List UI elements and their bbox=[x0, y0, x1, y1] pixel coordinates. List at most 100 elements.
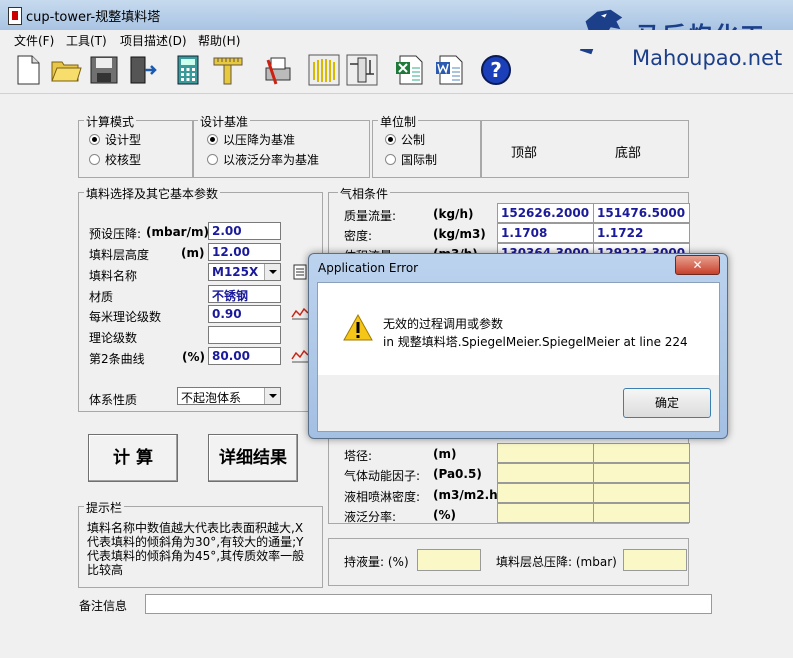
total-dp-label: 填料层总压降: (mbar) bbox=[496, 555, 617, 569]
menu-bar: 文件(F) 工具(T) 项目描述(D) 帮助(H) bbox=[0, 30, 793, 49]
result-row-unit: (m) bbox=[433, 447, 457, 461]
radio-pressure-drop[interactable]: 以压降为基准 bbox=[207, 131, 295, 148]
dialog-message-line1: 无效的过程调用或参数 bbox=[383, 317, 504, 331]
theoretical-stages-field[interactable] bbox=[208, 326, 281, 344]
radio-check[interactable]: 校核型 bbox=[89, 151, 141, 168]
help-icon[interactable]: ? bbox=[480, 54, 512, 86]
calc-mode-group: 计算模式 设计型 校核型 bbox=[78, 113, 194, 178]
remarks-label: 备注信息 bbox=[79, 599, 128, 613]
print-icon[interactable] bbox=[262, 54, 294, 86]
radio-flooding-label: 以液泛分率为基准 bbox=[223, 153, 320, 167]
packing-group: 填料选择及其它基本参数 预设压降: (mbar/m) 2.00 填料层高度 (m… bbox=[78, 185, 323, 412]
result-bottom-cell bbox=[593, 443, 690, 463]
dialog-message-line2: in 规整填料塔.SpiegelMeier.SpiegelMeier at li… bbox=[383, 335, 688, 349]
tower-tool-icon[interactable] bbox=[346, 54, 378, 86]
hint-title: 提示栏 bbox=[84, 499, 125, 516]
save-disk-icon[interactable] bbox=[88, 54, 120, 86]
height-input[interactable]: 12.00 bbox=[208, 243, 281, 261]
gas-bottom-cell[interactable]: 151476.5000 bbox=[593, 203, 690, 223]
toolbar: ? bbox=[0, 49, 793, 94]
result-top-cell bbox=[497, 443, 594, 463]
system-select[interactable]: 不起泡体系 bbox=[177, 387, 281, 405]
warning-icon bbox=[343, 314, 373, 341]
pressure-drop-unit: (mbar/m) bbox=[146, 225, 209, 239]
header-bottom: 底部 bbox=[615, 146, 642, 161]
packing-title: 填料选择及其它基本参数 bbox=[84, 185, 221, 202]
open-folder-icon[interactable] bbox=[50, 54, 82, 86]
result-row-label: 塔径: bbox=[344, 449, 373, 463]
packing-name-select[interactable]: M125X bbox=[208, 263, 281, 281]
app-icon bbox=[8, 7, 22, 25]
gas-row-label: 质量流量: bbox=[344, 209, 397, 223]
height-label: 填料层高度 bbox=[89, 248, 150, 262]
gas-row-label: 密度: bbox=[344, 229, 373, 243]
exit-door-icon[interactable] bbox=[126, 54, 158, 86]
pressure-drop-label: 预设压降: bbox=[89, 227, 142, 241]
gas-bottom-cell[interactable]: 1.1722 bbox=[593, 223, 690, 243]
radio-si[interactable]: 国际制 bbox=[385, 151, 437, 168]
holdup-label: 持液量: (%) bbox=[344, 555, 409, 569]
holdup-cell bbox=[417, 549, 481, 571]
word-icon[interactable] bbox=[434, 54, 466, 86]
result-top-cell bbox=[497, 503, 594, 523]
material-label: 材质 bbox=[89, 290, 114, 304]
radio-design-label: 设计型 bbox=[105, 133, 142, 147]
new-file-icon[interactable] bbox=[12, 54, 44, 86]
result-bottom-cell bbox=[593, 463, 690, 483]
gas-row-unit: (kg/m3) bbox=[433, 227, 486, 241]
dialog-body: 无效的过程调用或参数 in 规整填料塔.SpiegelMeier.Spiegel… bbox=[317, 282, 720, 432]
gas-top-cell[interactable]: 1.1708 bbox=[497, 223, 594, 243]
headers-box: 顶部 底部 bbox=[480, 120, 689, 178]
design-basis-group: 设计基准 以压降为基准 以液泛分率为基准 bbox=[192, 113, 370, 178]
ruler-icon[interactable] bbox=[212, 54, 244, 86]
result-bottom-cell bbox=[593, 483, 690, 503]
result-row-label: 液相喷淋密度: bbox=[344, 490, 421, 504]
hint-group: 提示栏 填料名称中数值越大代表比表面积越大,X代表填料的倾斜角为30°,有较大的… bbox=[78, 499, 323, 588]
summary-box: 持液量: (%) 填料层总压降: (mbar) bbox=[328, 538, 689, 586]
result-bottom-cell bbox=[593, 503, 690, 523]
close-icon: ✕ bbox=[692, 258, 703, 272]
chart-wave-icon[interactable] bbox=[308, 54, 340, 86]
dialog-title: Application Error bbox=[318, 261, 419, 275]
curve2-input[interactable]: 80.00 bbox=[208, 347, 281, 365]
radio-metric-label: 公制 bbox=[401, 133, 426, 147]
height-unit: (m) bbox=[181, 246, 205, 260]
excel-icon[interactable] bbox=[394, 54, 426, 86]
app-window: cup-tower-规整填料塔 马后炮化工 Mahoupao.net 文件(F)… bbox=[0, 0, 793, 658]
curve-chart-icon[interactable] bbox=[291, 305, 309, 321]
result-row-label: 液泛分率: bbox=[344, 510, 397, 524]
menu-project[interactable]: 项目描述(D) bbox=[120, 32, 187, 49]
gas-top-cell[interactable]: 152626.2000 bbox=[497, 203, 594, 223]
radio-flooding[interactable]: 以液泛分率为基准 bbox=[207, 151, 319, 168]
total-dp-cell bbox=[623, 549, 687, 571]
menu-help[interactable]: 帮助(H) bbox=[198, 32, 240, 49]
pressure-drop-input[interactable]: 2.00 bbox=[208, 222, 281, 240]
radio-design[interactable]: 设计型 bbox=[89, 131, 141, 148]
units-group: 单位制 公制 国际制 bbox=[372, 113, 482, 178]
menu-tools[interactable]: 工具(T) bbox=[66, 32, 107, 49]
menu-file[interactable]: 文件(F) bbox=[14, 32, 54, 49]
hint-text: 填料名称中数值越大代表比表面积越大,X代表填料的倾斜角为30°,有较大的通量;Y… bbox=[87, 521, 305, 577]
dialog-ok-button[interactable]: 确定 bbox=[623, 388, 711, 418]
units-title: 单位制 bbox=[378, 113, 419, 130]
calculator-icon[interactable] bbox=[172, 54, 204, 86]
remarks-input[interactable] bbox=[145, 594, 712, 614]
result-row-unit: (m3/m2.h) bbox=[433, 488, 504, 502]
material-field[interactable]: 不锈钢 bbox=[208, 285, 281, 303]
error-dialog: Application Error ✕ 无效的过程调用或参数 in 规整填料塔.… bbox=[308, 253, 728, 439]
curve2-chart-icon[interactable] bbox=[291, 348, 309, 364]
system-value: 不起泡体系 bbox=[181, 391, 242, 405]
dialog-close-button[interactable]: ✕ bbox=[675, 255, 720, 275]
dialog-message-area: 无效的过程调用或参数 in 规整填料塔.SpiegelMeier.Spiegel… bbox=[318, 283, 719, 375]
stages-per-m-label: 每米理论级数 bbox=[89, 310, 162, 324]
packing-list-icon[interactable] bbox=[291, 264, 309, 280]
curve2-label: 第2条曲线 bbox=[89, 352, 145, 366]
calculate-button[interactable]: 计 算 bbox=[88, 434, 178, 482]
details-button[interactable]: 详细结果 bbox=[208, 434, 298, 482]
radio-pressure-drop-label: 以压降为基准 bbox=[223, 133, 296, 147]
window-title: cup-tower-规整填料塔 bbox=[26, 10, 161, 25]
header-top: 顶部 bbox=[511, 146, 538, 161]
radio-metric[interactable]: 公制 bbox=[385, 131, 425, 148]
curve2-unit: (%) bbox=[182, 350, 205, 364]
stages-per-m-input[interactable]: 0.90 bbox=[208, 305, 281, 323]
